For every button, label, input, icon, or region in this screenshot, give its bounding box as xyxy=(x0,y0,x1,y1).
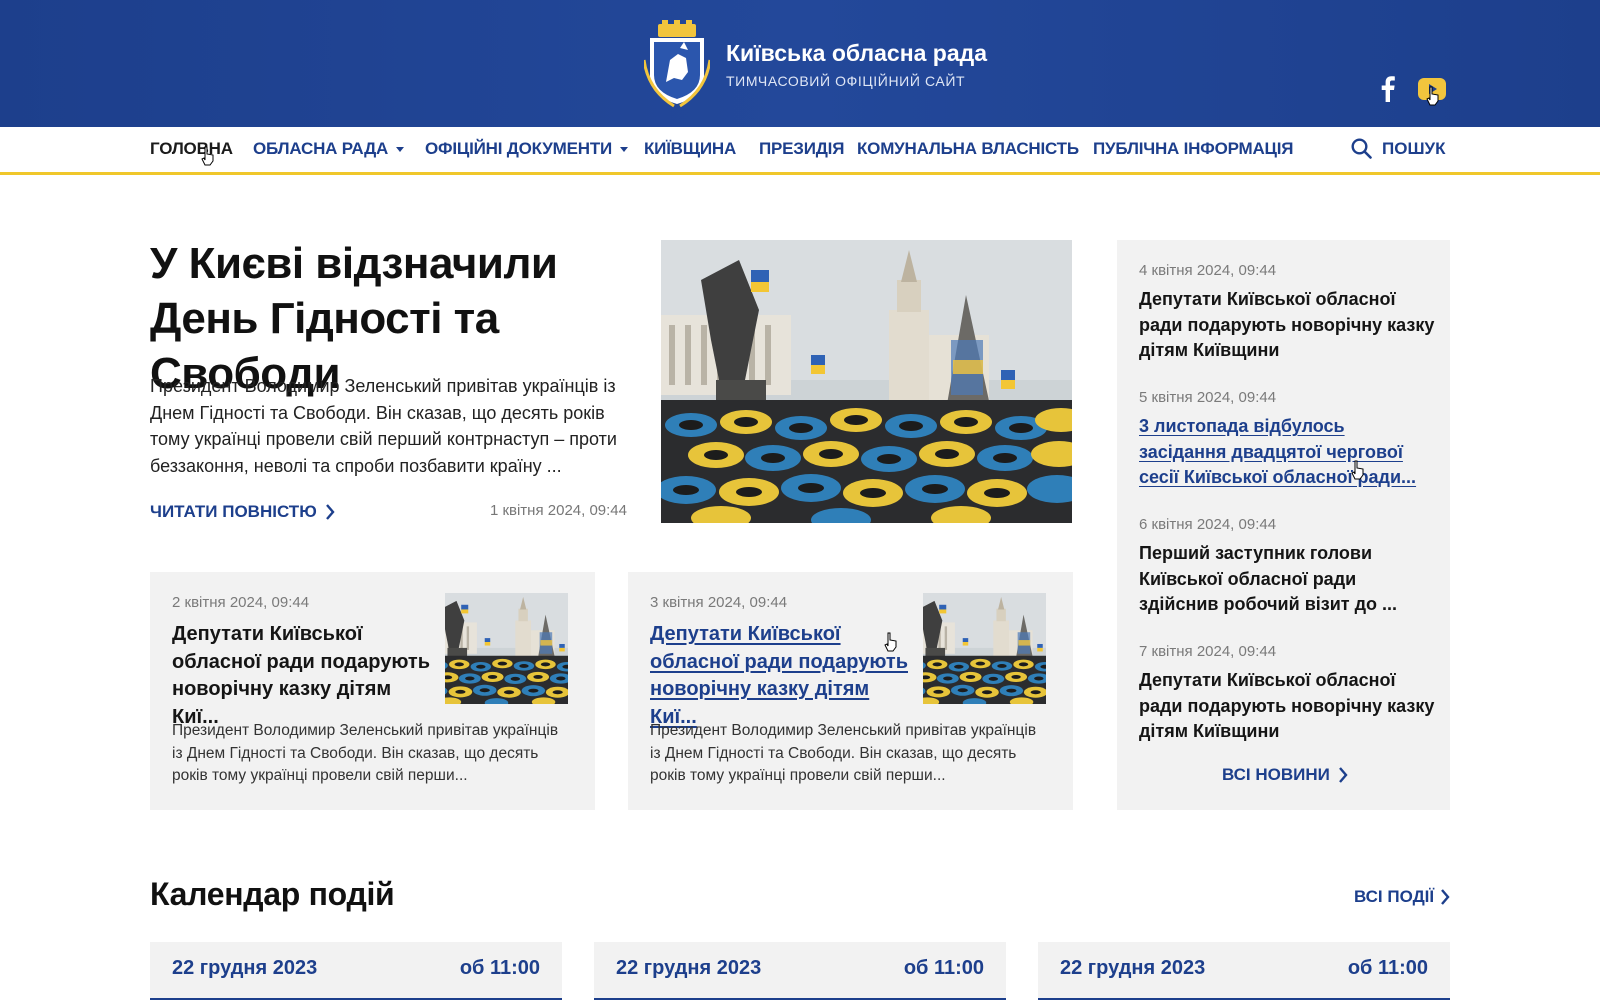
calendar-title: Календар подій xyxy=(150,876,395,912)
all-news-label: ВСІ НОВИНИ xyxy=(1222,765,1330,784)
hand-cursor-icon xyxy=(201,146,214,166)
search-label: ПОШУК xyxy=(1382,138,1446,158)
nav-item-official-documents[interactable]: ОФІЦІЙНІ ДОКУМЕНТИ xyxy=(425,139,629,159)
hero-date: 1 квітня 2024, 09:44 xyxy=(489,502,627,519)
hero-text: Президент Володимир Зеленський привітав … xyxy=(150,376,617,476)
chevron-right-icon xyxy=(1441,889,1450,905)
nav-item-label: ОБЛАСНА РАДА xyxy=(253,139,389,158)
news-card-title[interactable]: Депутати Київської обласної ради подарую… xyxy=(650,621,914,731)
site-brand[interactable]: Київська обласна рада ТИМЧАСОВИЙ ОФІЦІЙН… xyxy=(644,20,987,108)
read-more-label: ЧИТАТИ ПОВНІСТЮ xyxy=(150,502,317,521)
nav-item-presidium[interactable]: ПРЕЗИДІЯ xyxy=(759,139,844,159)
chevron-right-icon xyxy=(1338,767,1348,783)
nav-item-label: КОМУНАЛЬНА ВЛАСНІСТЬ xyxy=(857,139,1079,158)
search-icon xyxy=(1351,138,1372,159)
hand-cursor-icon xyxy=(1426,86,1439,106)
nav-item-home[interactable]: ГОЛОВНА xyxy=(150,139,233,159)
nav-item-public-information[interactable]: ПУБЛІЧНА ІНФОРМАЦІЯ xyxy=(1093,139,1294,159)
event-time: об 11:00 xyxy=(459,957,540,979)
caret-down-icon xyxy=(620,146,629,152)
event-date: 22 грудня 2023 xyxy=(172,957,318,979)
hand-cursor-icon xyxy=(884,632,897,652)
hero-image[interactable] xyxy=(661,240,1072,523)
event-date: 22 грудня 2023 xyxy=(616,957,762,979)
news-card-text: Президент Володимир Зеленський привітав … xyxy=(172,722,559,784)
calendar-event[interactable]: 22 грудня 2023 об 11:00 xyxy=(594,942,1006,1000)
news-card-date: 2 квітня 2024, 09:44 xyxy=(172,594,310,611)
site-title: Київська обласна рада xyxy=(726,40,988,66)
sidebar-news-date: 7 квітня 2024, 09:44 xyxy=(1139,643,1277,660)
all-news-link[interactable]: ВСІ НОВИНИ xyxy=(1222,765,1348,785)
nav-item-label: ГОЛОВНА xyxy=(150,139,233,158)
news-card[interactable]: 2 квітня 2024, 09:44 Депутати Київської … xyxy=(150,572,595,810)
latest-news-sidebar: 4 квітня 2024, 09:44 Депутати Київської … xyxy=(1117,240,1450,810)
news-card-thumbnail[interactable] xyxy=(445,593,568,704)
news-card-text: Президент Володимир Зеленський привітав … xyxy=(650,722,1037,784)
calendar-event[interactable]: 22 грудня 2023 об 11:00 xyxy=(1038,942,1450,1000)
news-card-title[interactable]: Депутати Київської обласної ради подарую… xyxy=(172,621,436,731)
sidebar-news-title[interactable]: Перший заступник голови Київської обласн… xyxy=(1139,541,1435,618)
search-button[interactable]: ПОШУК xyxy=(1351,138,1445,159)
calendar-event[interactable]: 22 грудня 2023 об 11:00 xyxy=(150,942,562,1000)
sidebar-news-item[interactable]: 5 квітня 2024, 09:44 3 листопада відбуло… xyxy=(1139,389,1435,491)
sidebar-news-date: 5 квітня 2024, 09:44 xyxy=(1139,389,1277,406)
nav-item-kyiv-region[interactable]: КИЇВЩИНА xyxy=(644,139,736,159)
news-card-date: 3 квітня 2024, 09:44 xyxy=(650,594,788,611)
nav-item-label: КИЇВЩИНА xyxy=(644,139,737,158)
site-header: Київська обласна рада ТИМЧАСОВИЙ ОФІЦІЙН… xyxy=(0,0,1600,127)
event-time: об 11:00 xyxy=(903,957,984,979)
sidebar-news-title[interactable]: Депутати Київської обласної ради подарую… xyxy=(1139,287,1435,364)
sidebar-news-item[interactable]: 7 квітня 2024, 09:44 Депутати Київської … xyxy=(1139,643,1435,745)
hand-cursor-icon xyxy=(1351,460,1364,480)
site-subtitle: ТИМЧАСОВИЙ ОФІЦІЙНИЙ САЙТ xyxy=(726,73,966,89)
news-card-thumbnail[interactable] xyxy=(923,593,1046,704)
all-events-link[interactable]: ВСІ ПОДІЇ xyxy=(1354,887,1450,907)
facebook-link[interactable] xyxy=(1378,74,1398,104)
sidebar-news-date: 6 квітня 2024, 09:44 xyxy=(1139,516,1277,533)
sidebar-news-title[interactable]: 3 листопада відбулось засідання двадцято… xyxy=(1139,414,1435,491)
event-date: 22 грудня 2023 xyxy=(1060,957,1206,979)
read-more-link[interactable]: ЧИТАТИ ПОВНІСТЮ xyxy=(150,502,335,522)
event-time: об 11:00 xyxy=(1347,957,1428,979)
main-nav: ГОЛОВНА ОБЛАСНА РАДА ОФІЦІЙНІ ДОКУМЕНТИ … xyxy=(0,127,1600,175)
all-events-label: ВСІ ПОДІЇ xyxy=(1354,887,1435,906)
sidebar-news-item[interactable]: 6 квітня 2024, 09:44 Перший заступник го… xyxy=(1139,516,1435,618)
chevron-right-icon xyxy=(325,504,335,520)
sidebar-news-item[interactable]: 4 квітня 2024, 09:44 Депутати Київської … xyxy=(1139,262,1435,364)
sidebar-news-date: 4 квітня 2024, 09:44 xyxy=(1139,262,1277,279)
nav-item-label: ПРЕЗИДІЯ xyxy=(759,139,845,158)
nav-item-label: ОФІЦІЙНІ ДОКУМЕНТИ xyxy=(425,139,613,158)
nav-item-communal-property[interactable]: КОМУНАЛЬНА ВЛАСНІСТЬ xyxy=(857,139,1079,159)
sidebar-news-title[interactable]: Депутати Київської обласної ради подарую… xyxy=(1139,668,1435,745)
kyiv-oblast-emblem-icon xyxy=(644,20,710,108)
nav-item-oblast-council[interactable]: ОБЛАСНА РАДА xyxy=(253,139,405,159)
news-card[interactable]: 3 квітня 2024, 09:44 Депутати Київської … xyxy=(628,572,1073,810)
nav-item-label: ПУБЛІЧНА ІНФОРМАЦІЯ xyxy=(1093,139,1294,158)
facebook-icon xyxy=(1381,76,1395,102)
caret-down-icon xyxy=(396,146,405,152)
